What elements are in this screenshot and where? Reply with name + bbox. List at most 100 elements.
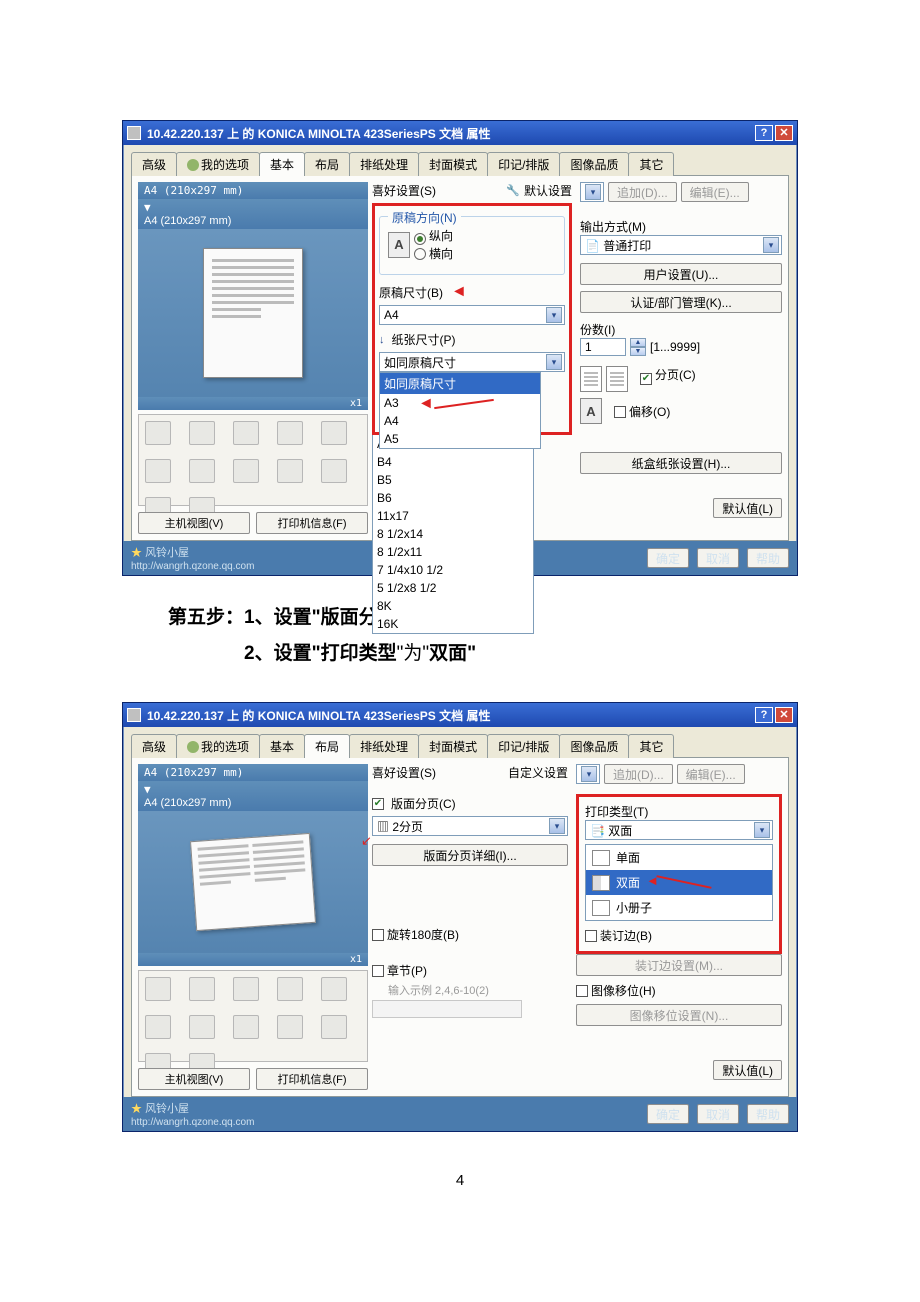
- collate-checkbox[interactable]: [640, 373, 652, 385]
- rotate180-checkbox[interactable]: [372, 929, 384, 941]
- print-type-option[interactable]: 小册子: [586, 895, 772, 920]
- favorite-select[interactable]: ▾: [580, 182, 604, 202]
- nup-select[interactable]: ▥ 2分页 ▾ ↙: [372, 816, 568, 836]
- help-button[interactable]: 帮助: [747, 1104, 789, 1124]
- print-type-select[interactable]: 📑 双面 ▾: [585, 820, 773, 840]
- tab-myoptions[interactable]: 我的选项: [176, 734, 260, 758]
- feature-icon[interactable]: [145, 1015, 171, 1039]
- feature-icon[interactable]: [321, 1015, 347, 1039]
- feature-icon[interactable]: [233, 977, 259, 1001]
- tab-layout[interactable]: 布局: [304, 152, 350, 176]
- paper-size-option[interactable]: A4: [380, 412, 540, 430]
- add-favorite-button[interactable]: 追加(D)...: [608, 182, 677, 202]
- offset-checkbox[interactable]: [614, 406, 626, 418]
- tab-layout[interactable]: 布局: [304, 734, 350, 758]
- portrait-radio[interactable]: [414, 233, 426, 245]
- tab-finishing[interactable]: 排纸处理: [349, 734, 419, 758]
- feature-icon[interactable]: [145, 459, 171, 483]
- chapter-checkbox[interactable]: [372, 965, 384, 977]
- tab-cover[interactable]: 封面模式: [418, 152, 488, 176]
- tab-quality[interactable]: 图像品质: [559, 152, 629, 176]
- paper-size-option[interactable]: 8K: [373, 597, 533, 615]
- tab-cover[interactable]: 封面模式: [418, 734, 488, 758]
- paper-size-option[interactable]: 8 1/2x11: [373, 543, 533, 561]
- binding-edge-checkbox[interactable]: [585, 930, 597, 942]
- help-icon[interactable]: ?: [755, 707, 773, 723]
- default-button[interactable]: 默认值(L): [713, 1060, 782, 1080]
- help-icon[interactable]: ?: [755, 125, 773, 141]
- feature-icon[interactable]: [233, 459, 259, 483]
- edit-favorite-button[interactable]: 编辑(E)...: [677, 764, 745, 784]
- feature-icon[interactable]: [145, 421, 171, 445]
- output-method-select[interactable]: 📄 普通打印 ▾: [580, 235, 782, 255]
- nup-checkbox[interactable]: [372, 798, 384, 810]
- feature-icon[interactable]: [189, 459, 215, 483]
- feature-icon[interactable]: [189, 977, 215, 1001]
- chevron-down-icon[interactable]: ▾: [546, 307, 562, 323]
- tab-stamp[interactable]: 印记/排版: [487, 734, 560, 758]
- paper-size-option[interactable]: 8 1/2x14: [373, 525, 533, 543]
- close-icon[interactable]: ✕: [775, 707, 793, 723]
- tab-advanced[interactable]: 高级: [131, 152, 177, 176]
- tab-basic[interactable]: 基本: [259, 734, 305, 758]
- chevron-down-icon[interactable]: ▾: [549, 818, 565, 834]
- titlebar[interactable]: 10.42.220.137 上 的 KONICA MINOLTA 423Seri…: [123, 121, 797, 145]
- auth-settings-button[interactable]: 认证/部门管理(K)...: [580, 291, 782, 313]
- host-view-button[interactable]: 主机视图(V): [138, 512, 250, 534]
- paper-size-option[interactable]: A3 ◄: [380, 394, 540, 412]
- feature-icon[interactable]: [145, 977, 171, 1001]
- help-button[interactable]: 帮助: [747, 548, 789, 568]
- feature-icon[interactable]: [277, 1015, 303, 1039]
- tab-other[interactable]: 其它: [628, 152, 674, 176]
- close-icon[interactable]: ✕: [775, 125, 793, 141]
- add-favorite-button[interactable]: 追加(D)...: [604, 764, 673, 784]
- paper-size-option[interactable]: 7 1/4x10 1/2: [373, 561, 533, 579]
- print-type-option[interactable]: 单面: [586, 845, 772, 870]
- feature-icon[interactable]: [189, 421, 215, 445]
- paper-size-option[interactable]: B5: [373, 471, 533, 489]
- feature-icon[interactable]: [277, 459, 303, 483]
- original-size-select[interactable]: A4 ▾: [379, 305, 565, 325]
- binding-settings-button[interactable]: 装订边设置(M)...: [576, 954, 782, 976]
- edit-favorite-button[interactable]: 编辑(E)...: [681, 182, 749, 202]
- copies-input[interactable]: [580, 338, 626, 356]
- paper-size-option[interactable]: 5 1/2x8 1/2: [373, 579, 533, 597]
- tab-quality[interactable]: 图像品质: [559, 734, 629, 758]
- feature-icon[interactable]: [321, 421, 347, 445]
- cancel-button[interactable]: 取消: [697, 1104, 739, 1124]
- chevron-down-icon[interactable]: ▾: [763, 237, 779, 253]
- paper-size-option[interactable]: 16K: [373, 615, 533, 633]
- tab-myoptions[interactable]: 我的选项: [176, 152, 260, 176]
- chevron-down-icon[interactable]: ▾: [546, 354, 562, 370]
- printer-info-button[interactable]: 打印机信息(F): [256, 1068, 368, 1090]
- chevron-down-icon[interactable]: ▾: [754, 822, 770, 838]
- user-settings-button[interactable]: 用户设置(U)...: [580, 263, 782, 285]
- image-shift-settings-button[interactable]: 图像移位设置(N)...: [576, 1004, 782, 1026]
- feature-icon[interactable]: [233, 1015, 259, 1039]
- tab-finishing[interactable]: 排纸处理: [349, 152, 419, 176]
- titlebar[interactable]: 10.42.220.137 上 的 KONICA MINOLTA 423Seri…: [123, 703, 797, 727]
- chapter-input[interactable]: [372, 1000, 522, 1018]
- favorite-select[interactable]: ▾: [576, 764, 600, 784]
- feature-icon[interactable]: [321, 459, 347, 483]
- feature-icon[interactable]: [321, 977, 347, 1001]
- print-type-option[interactable]: 双面 ◄: [586, 870, 772, 895]
- host-view-button[interactable]: 主机视图(V): [138, 1068, 250, 1090]
- paper-size-option[interactable]: A5: [380, 430, 540, 448]
- paper-size-option[interactable]: B4: [373, 453, 533, 471]
- tab-basic[interactable]: 基本: [259, 152, 305, 176]
- image-shift-checkbox[interactable]: [576, 985, 588, 997]
- printer-info-button[interactable]: 打印机信息(F): [256, 512, 368, 534]
- nup-detail-button[interactable]: 版面分页详细(I)...: [372, 844, 568, 866]
- tab-advanced[interactable]: 高级: [131, 734, 177, 758]
- feature-icon[interactable]: [233, 421, 259, 445]
- paper-size-select[interactable]: 如同原稿尺寸 ▾: [379, 352, 565, 372]
- ok-button[interactable]: 确定: [647, 1104, 689, 1124]
- feature-icon[interactable]: [277, 977, 303, 1001]
- feature-icon[interactable]: [189, 1015, 215, 1039]
- copies-stepper[interactable]: ▲▼: [630, 338, 646, 356]
- tray-settings-button[interactable]: 纸盒纸张设置(H)...: [580, 452, 782, 474]
- tab-other[interactable]: 其它: [628, 734, 674, 758]
- feature-icon[interactable]: [277, 421, 303, 445]
- paper-size-option[interactable]: 11x17: [373, 507, 533, 525]
